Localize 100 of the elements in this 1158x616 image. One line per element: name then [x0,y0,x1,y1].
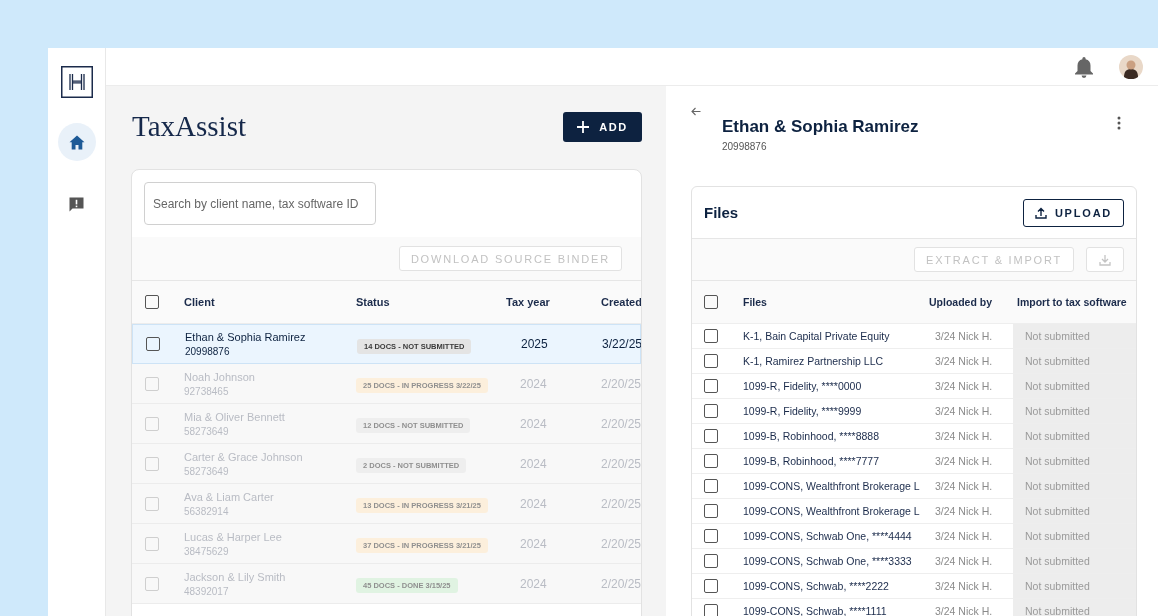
import-status: Not submitted [1013,574,1136,598]
file-name: 1099-CONS, Schwab One, ****3333 [743,555,913,567]
column-header[interactable]: Import to tax software [1013,296,1136,308]
created-date: 3/22/25 [602,337,641,351]
file-name: 1099-CONS, Wealthfront Brokerage L [743,505,921,517]
row-checkbox[interactable] [704,329,718,343]
row-checkbox[interactable] [704,479,718,493]
client-id: 20998876 [185,346,231,357]
tax-year: 2024 [519,456,548,471]
import-status: Not submitted [1013,549,1136,573]
back-arrow-icon[interactable] [691,107,701,116]
client-name: Carter & Grace Johnson [184,450,304,463]
tax-year: 2025 [520,337,549,351]
client-name-heading: Ethan & Sophia Ramirez [722,117,920,137]
row-checkbox[interactable] [146,337,160,351]
file-name: 1099-R, Fidelity, ****9999 [743,405,863,417]
client-name: Noah Johnson [184,370,256,383]
column-header[interactable]: Tax year [506,296,601,308]
file-name: 1099-B, Robinhood, ****8888 [743,430,881,442]
tax-year: 2024 [519,496,548,511]
client-name: Ethan & Sophia Ramirez [185,331,307,343]
created-date: 2/20/25 [601,376,641,391]
tax-year: 2024 [519,376,548,391]
import-status: Not submitted [1013,474,1136,498]
row-checkbox[interactable] [704,579,718,593]
upload-button[interactable]: UPLOAD [1023,198,1124,227]
client-id: 58273649 [184,425,230,437]
column-header[interactable]: Uploaded by [929,296,1013,308]
column-header[interactable]: Files [743,296,929,308]
import-status: Not submitted [1013,399,1136,423]
import-status: Not submitted [1013,449,1136,473]
created-date: 2/20/25 [601,576,641,591]
search-field[interactable]: Search by client name, tax software ID [144,182,376,225]
uploaded-by: 3/24 Nick H. [934,530,994,542]
notification-bell-icon[interactable] [1074,55,1094,78]
file-name: 1099-R, Fidelity, ****0000 [743,380,863,392]
client-id: 92738465 [184,385,230,397]
uploaded-by: 3/24 Nick H. [934,480,994,492]
uploaded-by: 3/24 Nick H. [934,330,994,342]
created-date: 2/20/25 [601,496,641,511]
import-status: Not submitted [1013,374,1136,398]
row-checkbox[interactable] [704,429,718,443]
column-header[interactable]: Status [356,296,506,308]
import-status: Not submitted [1013,499,1136,523]
client-name: Jackson & Lily Smith [184,570,287,583]
file-name: 1099-CONS, Schwab, ****1111 [743,605,888,616]
tax-year: 2024 [519,576,548,591]
file-name: K-1, Ramirez Partnership LLC [743,355,885,367]
uploaded-by: 3/24 Nick H. [934,580,994,592]
row-checkbox[interactable] [704,604,718,616]
home-nav-button[interactable] [57,123,96,161]
files-heading: Files [704,204,739,221]
client-name: Lucas & Harper Lee [184,530,283,543]
add-button[interactable]: ADD [563,111,642,142]
import-status: Not submitted [1013,524,1136,548]
feedback-icon [68,195,85,213]
download-icon [1099,253,1111,266]
more-options-icon[interactable] [1117,116,1121,130]
import-status: Not submitted [1013,599,1136,616]
column-header[interactable]: Created [601,296,641,308]
row-checkbox[interactable] [704,554,718,568]
uploaded-by: 3/24 Nick H. [934,455,994,467]
select-all-checkbox[interactable] [145,295,159,309]
created-date: 2/20/25 [601,536,641,551]
row-checkbox[interactable] [704,404,718,418]
file-name: K-1, Bain Capital Private Equity [743,330,891,342]
import-status: Not submitted [1013,349,1136,373]
avatar[interactable] [1119,54,1143,79]
import-status: Not submitted [1013,324,1136,348]
uploaded-by: 3/24 Nick H. [934,380,994,392]
row-checkbox[interactable] [704,454,718,468]
uploaded-by: 3/24 Nick H. [934,505,994,517]
client-name: Mia & Oliver Bennett [184,410,286,423]
import-status: Not submitted [1013,424,1136,448]
plus-icon [577,120,590,133]
select-all-checkbox[interactable] [704,295,718,309]
uploaded-by: 3/24 Nick H. [934,605,994,616]
row-checkbox[interactable] [704,504,718,518]
app-title: TaxAssist [132,110,246,143]
uploaded-by: 3/24 Nick H. [934,405,994,417]
row-checkbox[interactable] [704,379,718,393]
logo-icon [60,66,93,98]
file-name: 1099-CONS, Schwab, ****2222 [743,580,890,592]
row-checkbox[interactable] [704,529,718,543]
tax-year: 2024 [519,536,548,551]
file-name: 1099-CONS, Wealthfront Brokerage L [743,480,921,492]
file-name: 1099-B, Robinhood, ****7777 [743,455,881,467]
client-id: 56382914 [184,505,230,517]
home-icon [68,134,85,150]
client-id: 20998876 [722,141,768,152]
uploaded-by: 3/24 Nick H. [934,430,994,442]
file-name: 1099-CONS, Schwab One, ****4444 [743,530,913,542]
column-header[interactable]: Client [184,296,356,308]
client-name: Ava & Liam Carter [184,490,275,503]
created-date: 2/20/25 [601,416,641,431]
client-id: 48392017 [184,585,230,597]
upload-icon [1034,206,1047,219]
row-checkbox[interactable] [704,354,718,368]
created-date: 2/20/25 [601,456,641,471]
uploaded-by: 3/24 Nick H. [934,355,994,367]
